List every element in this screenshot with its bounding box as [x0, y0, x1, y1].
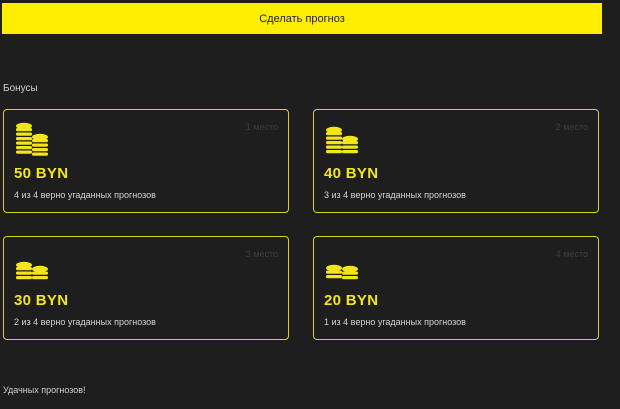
bonus-description: 2 из 4 верно угаданных прогнозов [14, 317, 156, 327]
bonus-description: 1 из 4 верно угаданных прогнозов [324, 317, 466, 327]
place-label: 1 место [245, 122, 278, 132]
bonus-page: Сделать прогноз Бонусы 1 место 50 BYN 4 … [0, 0, 620, 409]
place-label: 4 место [555, 249, 588, 259]
bonus-description: 4 из 4 верно угаданных прогнозов [14, 190, 156, 200]
coin-stack-small-icon [326, 264, 358, 280]
place-label: 2 место [555, 122, 588, 132]
bonus-amount: 50 BYN [14, 165, 69, 182]
coin-stack-small-icon [16, 261, 48, 280]
place-label: 3 место [245, 249, 278, 259]
bonus-card-2: 2 место 40 BYN 3 из 4 верно угаданных пр… [313, 109, 599, 213]
good-luck-text: Удачных прогнозов! [3, 385, 86, 395]
make-forecast-button[interactable]: Сделать прогноз [2, 3, 602, 34]
bonuses-heading: Бонусы [3, 83, 38, 94]
bonus-card-4: 4 место 20 BYN 1 из 4 верно угаданных пр… [313, 236, 599, 340]
coin-stack-icon [16, 122, 48, 156]
coin-stack-icon [326, 126, 358, 154]
bonus-description: 3 из 4 верно угаданных прогнозов [324, 190, 466, 200]
bonus-amount: 30 BYN [14, 292, 69, 309]
bonus-card-1: 1 место 50 BYN 4 из 4 верно угаданных пр… [3, 109, 289, 213]
bonus-card-3: 3 место 30 BYN 2 из 4 верно угаданных пр… [3, 236, 289, 340]
bonus-amount: 40 BYN [324, 165, 379, 182]
bonus-amount: 20 BYN [324, 292, 379, 309]
